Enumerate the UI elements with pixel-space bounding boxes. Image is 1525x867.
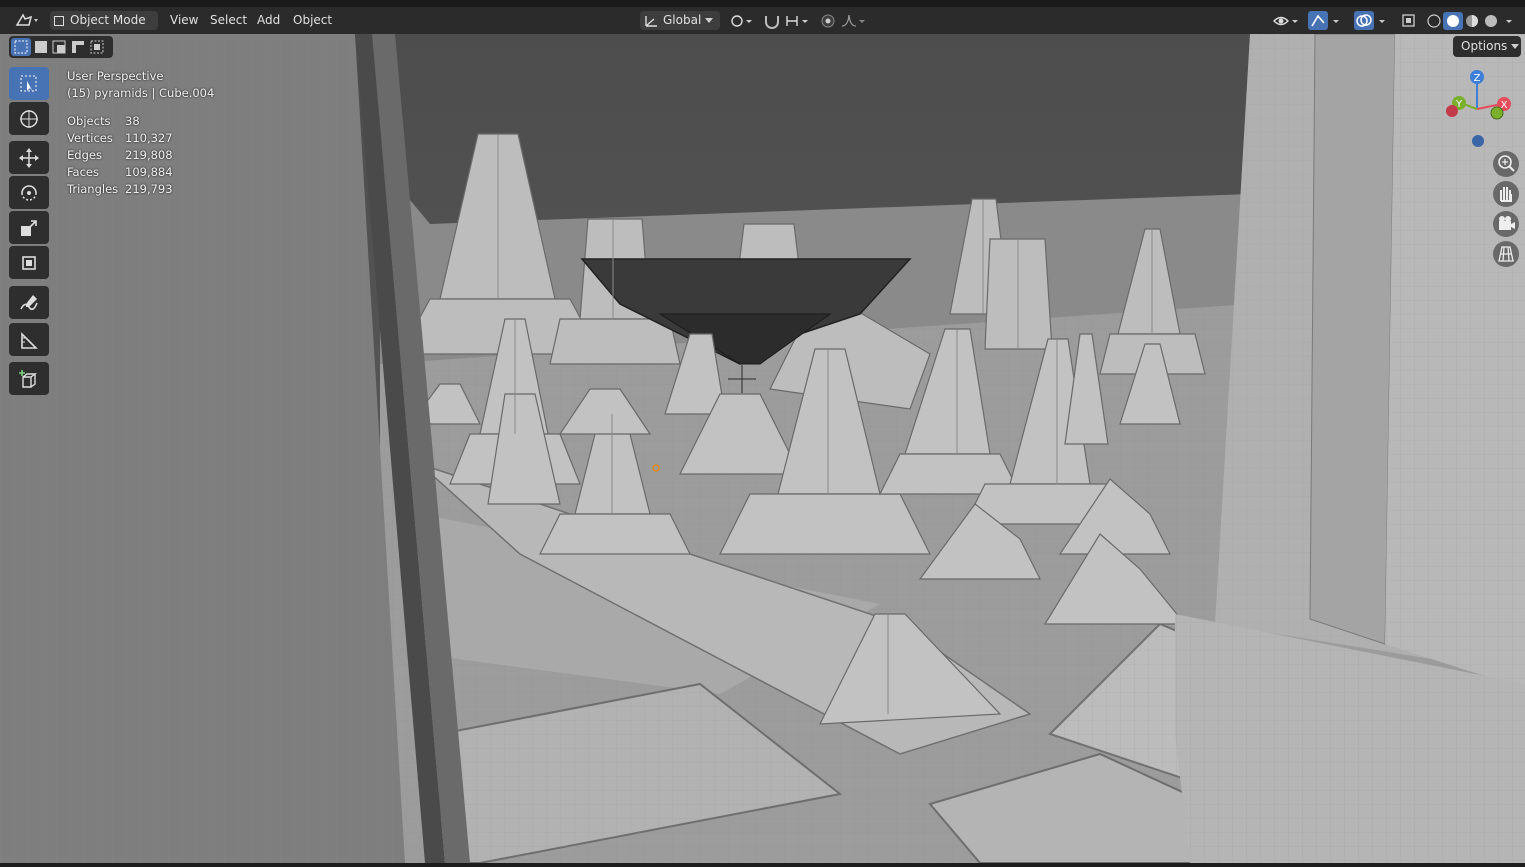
orientation-icon	[645, 15, 657, 27]
object-mode-icon	[54, 15, 64, 26]
workspace-tabs-strip	[0, 0, 1525, 7]
rotate-icon	[21, 185, 37, 201]
stat-value: 109,884	[125, 165, 173, 179]
menu-view[interactable]: View	[170, 11, 198, 30]
visibility-dropdown[interactable]	[1272, 11, 1302, 30]
camera-icon	[1499, 216, 1515, 230]
active-context: (15) pyramids | Cube.004	[67, 86, 215, 100]
falloff-dropdown[interactable]	[840, 11, 870, 30]
gizmo-toggle[interactable]	[1308, 11, 1344, 30]
snap-target-icon	[786, 16, 808, 26]
gizmo-z-label: Z	[1474, 73, 1481, 84]
scale-icon	[21, 220, 37, 236]
tool-annotate[interactable]	[9, 286, 49, 319]
viewport-scene	[0, 34, 1525, 863]
orientation-label: Global	[663, 13, 702, 27]
stat-label: Edges	[67, 148, 102, 162]
grid-icon	[1498, 246, 1514, 262]
pivot-point-dropdown[interactable]	[728, 11, 758, 30]
stat-label: Triangles	[67, 182, 119, 196]
overlays-icon	[1356, 14, 1385, 27]
move-icon	[19, 148, 39, 168]
falloff-curve-icon	[841, 14, 865, 27]
stat-label: Faces	[67, 165, 99, 179]
stat-vertices: Vertices 110,327	[67, 130, 173, 147]
chevron-down-icon	[1511, 44, 1520, 49]
editor-type-icon	[15, 13, 38, 26]
select-box-icon	[20, 75, 37, 92]
add-cube-icon	[19, 370, 38, 388]
tool-move[interactable]	[9, 141, 49, 174]
selection-mode-icons	[11, 38, 104, 56]
stat-faces: Faces 109,884	[67, 164, 173, 181]
stat-label: Objects	[67, 114, 111, 128]
zoom-button[interactable]	[1493, 151, 1519, 177]
tool-select-box[interactable]	[9, 67, 49, 100]
overlays-toggle[interactable]	[1354, 11, 1390, 30]
shading-modes	[1425, 11, 1525, 30]
stat-value: 219,808	[125, 148, 173, 162]
options-dropdown[interactable]: Options	[1453, 36, 1521, 57]
mode-label: Object Mode	[70, 13, 146, 27]
chevron-down-icon	[705, 18, 714, 23]
xray-toggle[interactable]	[1400, 11, 1420, 30]
hand-icon	[1500, 187, 1512, 202]
tool-cursor[interactable]	[9, 102, 49, 135]
tool-rotate[interactable]	[9, 176, 49, 209]
stat-label: Vertices	[67, 131, 113, 145]
transform-orientation-dropdown[interactable]: Global	[640, 11, 720, 30]
stat-value: 219,793	[125, 182, 173, 196]
xray-icon	[1402, 14, 1415, 27]
measure-icon	[21, 332, 38, 349]
selection-mode-buttons	[9, 36, 113, 58]
eye-icon	[1273, 16, 1298, 26]
stat-value: 110,327	[125, 131, 173, 145]
options-label: Options	[1461, 39, 1508, 53]
editor-type-button[interactable]	[13, 11, 43, 30]
camera-view-button[interactable]	[1493, 211, 1519, 237]
stat-value: 38	[125, 114, 140, 128]
stat-edges: Edges 219,808	[67, 147, 173, 164]
pivot-icon	[731, 15, 752, 27]
view-name: User Perspective	[67, 69, 164, 83]
mode-dropdown[interactable]: Object Mode	[50, 11, 158, 42]
tool-transform[interactable]	[9, 246, 49, 279]
menu-object[interactable]: Object	[293, 11, 332, 30]
shading-icons	[1427, 12, 1512, 30]
cursor-icon	[20, 110, 38, 128]
zoom-icon	[1498, 155, 1515, 172]
proportional-edit-toggle[interactable]	[818, 11, 838, 30]
snap-toggle[interactable]	[762, 11, 782, 30]
tool-add-cube[interactable]	[9, 362, 49, 395]
navigation-gizmo[interactable]: Z X Y	[1440, 66, 1520, 152]
ortho-toggle-button[interactable]	[1493, 241, 1519, 267]
viewport-header: Object Mode View Select Add Object Globa…	[0, 7, 1525, 42]
gizmo-icon	[1311, 14, 1339, 27]
3d-viewport[interactable]	[0, 34, 1525, 863]
menu-select[interactable]: Select	[210, 11, 247, 30]
menu-add[interactable]: Add	[257, 11, 280, 30]
magnet-icon	[765, 16, 779, 29]
pan-button[interactable]	[1493, 181, 1519, 207]
stat-objects: Objects 38	[67, 113, 140, 130]
tool-measure[interactable]	[9, 323, 49, 356]
status-bar	[0, 863, 1525, 867]
annotate-icon	[20, 295, 38, 311]
transform-icon	[22, 256, 36, 270]
snap-target-dropdown[interactable]	[784, 11, 814, 30]
stat-triangles: Triangles 219,793	[67, 181, 173, 198]
tool-scale[interactable]	[9, 211, 49, 244]
proportional-edit-icon	[821, 14, 835, 28]
